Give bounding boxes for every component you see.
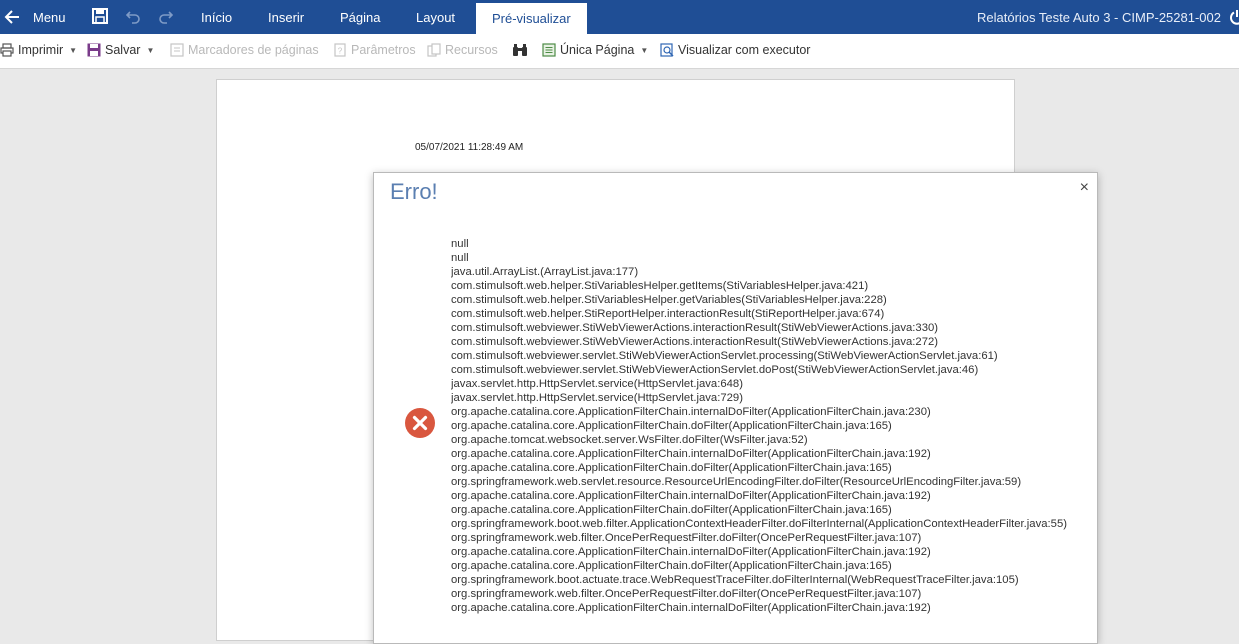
tab-inicio[interactable]: Início [201,0,232,34]
tab-pagina[interactable]: Página [340,0,380,34]
stack-trace-line: org.springframework.boot.web.filter.Appl… [451,518,1067,530]
stack-trace-line: org.springframework.boot.actuate.trace.W… [451,574,1019,586]
parameters-icon: ? [334,43,346,57]
save-quick-button[interactable] [92,8,110,26]
stack-trace-line: org.springframework.web.filter.OncePerRe… [451,588,922,600]
stack-trace-line: org.apache.catalina.core.ApplicationFilt… [451,560,892,572]
stack-trace-line: org.apache.catalina.core.ApplicationFilt… [451,462,892,474]
stack-trace-line: org.apache.catalina.core.ApplicationFilt… [451,406,931,418]
chevron-down-icon: ▼ [146,46,155,56]
stack-trace-line: null [451,238,469,250]
undo-icon [125,11,140,24]
bookmarks-button[interactable]: Marcadores de páginas [170,34,319,68]
binoculars-icon [513,43,527,56]
stack-trace-line: com.stimulsoft.web.helper.StiVariablesHe… [451,280,869,292]
redo-icon [159,11,174,24]
back-button[interactable] [4,0,24,34]
preview-toolbar: Imprimir ▼ Salvar ▼ Marcadores de páginas … [0,34,1239,69]
power-icon [1230,10,1239,25]
power-button[interactable] [1229,9,1239,25]
tab-layout[interactable]: Layout [416,0,455,34]
report-timestamp: 05/07/2021 11:28:49 AM [415,142,524,153]
viewer-label: Visualizar com executor [678,43,811,57]
find-button[interactable] [512,34,532,68]
floppy-disk-icon [87,43,101,57]
undo-button[interactable] [125,8,143,26]
stack-trace-line: org.apache.tomcat.websocket.server.WsFil… [451,434,808,446]
stack-trace-line: null [451,252,469,264]
bookmarks-label: Marcadores de páginas [188,43,319,57]
dialog-title: Erro! [390,179,438,204]
single-page-icon [542,43,556,57]
params-button[interactable]: ? Parâmetros [333,34,416,68]
close-icon[interactable]: × [1080,179,1089,197]
stack-trace-line: javax.servlet.http.HttpServlet.service(H… [451,378,743,390]
tab-inserir[interactable]: Inserir [268,0,304,34]
stack-trace-line: org.springframework.web.servlet.resource… [451,476,1022,488]
print-label: Imprimir [18,43,64,57]
arrow-left-icon [4,10,19,24]
print-button[interactable]: Imprimir ▼ [0,34,77,68]
stack-trace-line: com.stimulsoft.webviewer.StiWebViewerAct… [451,336,939,348]
stack-trace-line: com.stimulsoft.web.helper.StiVariablesHe… [451,294,887,306]
printer-icon [0,43,14,57]
view-mode-dropdown[interactable]: Única Página ▼ [542,34,648,68]
stack-trace: null null java.util.ArrayList.(ArrayList.j… [451,237,1081,637]
stack-trace-line: org.apache.catalina.core.ApplicationFilt… [451,546,931,558]
params-label: Parâmetros [351,43,416,57]
tab-pre-visualizar[interactable]: Pré-visualizar [476,3,587,34]
resources-label: Recursos [445,43,498,57]
stack-trace-line: com.stimulsoft.webviewer.servlet.StiWebV… [451,364,979,376]
stack-trace-line: org.apache.catalina.core.ApplicationFilt… [451,420,892,432]
bookmark-icon [170,43,184,57]
stack-trace-line: java.util.ArrayList.(ArrayList.java:177) [451,266,639,278]
stack-trace-line: javax.servlet.http.HttpServlet.service(H… [451,392,743,404]
stack-trace-line: org.apache.catalina.core.ApplicationFilt… [451,504,892,516]
chevron-down-icon: ▼ [640,46,649,56]
report-title: Relatórios Teste Auto 3 - CIMP-25281-002 [976,10,1221,25]
svg-text:?: ? [338,46,343,55]
resources-button[interactable]: Recursos [427,34,498,68]
error-circle-icon [405,408,435,438]
error-dialog: Erro! × null null java.util.ArrayList.(Arr… [373,172,1098,644]
stack-trace-line: com.stimulsoft.web.helper.StiReportHelpe… [451,308,885,320]
resources-icon [427,43,441,57]
menu-button[interactable]: Menu [33,0,66,34]
stack-trace-line: org.apache.catalina.core.ApplicationFilt… [451,448,931,460]
stack-trace-line: org.springframework.web.filter.OncePerRe… [451,532,922,544]
top-bar: Menu Início Inserir Página Layout Pré-vi… [0,0,1239,34]
stack-trace-line: org.apache.catalina.core.ApplicationFilt… [451,490,931,502]
save-button[interactable]: Salvar ▼ [87,34,154,68]
floppy-disk-icon [92,8,108,24]
chevron-down-icon: ▼ [69,46,78,56]
stack-trace-line: com.stimulsoft.webviewer.servlet.StiWebV… [451,350,998,362]
stack-trace-line: org.apache.catalina.core.ApplicationFilt… [451,602,931,614]
stack-trace-line: com.stimulsoft.webviewer.StiWebViewerAct… [451,322,939,334]
viewer-button[interactable]: Visualizar com executor [660,34,810,68]
save-label: Salvar [105,43,141,57]
redo-button[interactable] [158,8,176,26]
view-mode-label: Única Página [560,43,635,57]
viewer-icon [660,43,674,57]
